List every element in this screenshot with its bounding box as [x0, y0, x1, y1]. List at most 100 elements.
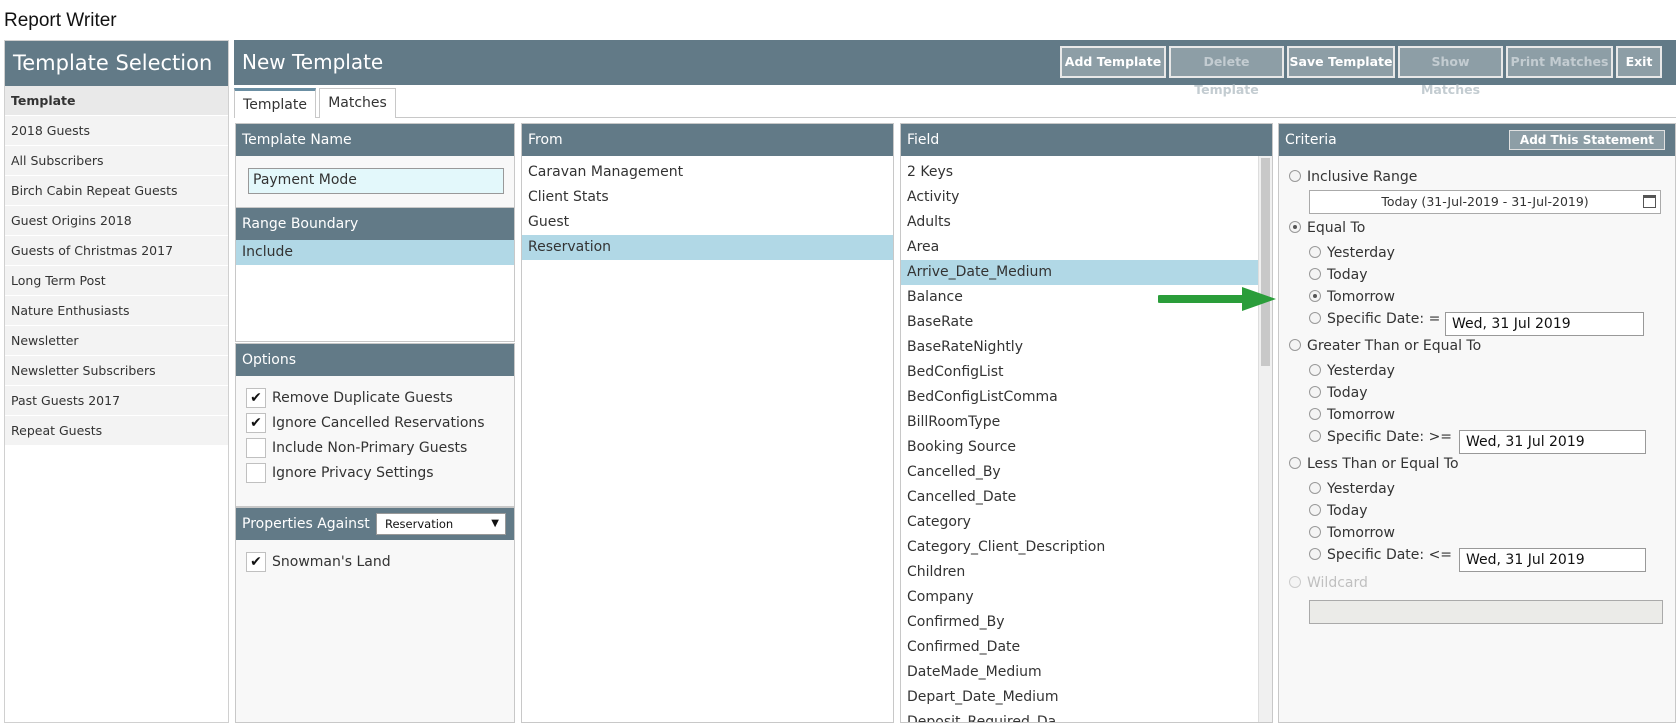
calendar-icon[interactable]: [1643, 195, 1656, 208]
from-item[interactable]: Client Stats: [522, 185, 893, 210]
template-list-item[interactable]: Guests of Christmas 2017: [5, 236, 228, 266]
save-template-button[interactable]: Save Template: [1287, 46, 1395, 78]
radio-icon[interactable]: [1309, 504, 1321, 516]
field-item[interactable]: Children: [901, 560, 1272, 585]
template-list-item[interactable]: Past Guests 2017: [5, 386, 228, 416]
radio-gte-yesterday[interactable]: Yesterday: [1309, 360, 1395, 382]
radio-eq-tomorrow[interactable]: Tomorrow: [1309, 286, 1395, 308]
properties-select[interactable]: Reservation ▼: [376, 513, 506, 535]
radio-icon-selected[interactable]: [1309, 290, 1321, 302]
checkbox-checked[interactable]: ✔: [246, 388, 266, 408]
radio-icon[interactable]: [1309, 482, 1321, 494]
field-item[interactable]: Cancelled_Date: [901, 485, 1272, 510]
tab-matches[interactable]: Matches: [319, 88, 396, 118]
template-list-item[interactable]: Nature Enthusiasts: [5, 296, 228, 326]
field-item[interactable]: Area: [901, 235, 1272, 260]
radio-inclusive-range[interactable]: Inclusive Range: [1289, 166, 1417, 188]
radio-icon[interactable]: [1289, 170, 1301, 182]
add-template-button[interactable]: Add Template: [1060, 46, 1166, 78]
radio-gte-specific[interactable]: Specific Date: >=: [1309, 426, 1452, 448]
radio-lte-specific[interactable]: Specific Date: <=: [1309, 544, 1452, 566]
radio-icon[interactable]: [1289, 339, 1301, 351]
field-item[interactable]: Company: [901, 585, 1272, 610]
field-scrollbar[interactable]: [1258, 156, 1272, 722]
template-list-item[interactable]: Guest Origins 2018: [5, 206, 228, 236]
field-item[interactable]: Depart_Date_Medium: [901, 685, 1272, 710]
radio-lte-today[interactable]: Today: [1309, 500, 1368, 522]
radio-equal-to[interactable]: Equal To: [1289, 217, 1365, 239]
template-list-item[interactable]: All Subscribers: [5, 146, 228, 176]
radio-eq-specific[interactable]: Specific Date: =: [1309, 308, 1440, 330]
radio-lte-yesterday[interactable]: Yesterday: [1309, 478, 1395, 500]
field-item[interactable]: Category: [901, 510, 1272, 535]
checkbox-checked[interactable]: ✔: [246, 413, 266, 433]
field-item-selected[interactable]: Arrive_Date_Medium: [901, 260, 1272, 285]
template-list-item[interactable]: Long Term Post: [5, 266, 228, 296]
radio-icon-selected[interactable]: [1289, 221, 1301, 233]
field-item[interactable]: BedConfigListComma: [901, 385, 1272, 410]
field-item[interactable]: Cancelled_By: [901, 460, 1272, 485]
radio-icon[interactable]: [1309, 526, 1321, 538]
radio-gte-tomorrow[interactable]: Tomorrow: [1309, 404, 1395, 426]
field-item[interactable]: BaseRateNightly: [901, 335, 1272, 360]
template-name-input[interactable]: Payment Mode: [248, 168, 504, 194]
radio-eq-today[interactable]: Today: [1309, 264, 1368, 286]
field-item[interactable]: Category_Client_Description: [901, 535, 1272, 560]
field-item[interactable]: Adults: [901, 210, 1272, 235]
radio-icon[interactable]: [1309, 246, 1321, 258]
inclusive-range-input[interactable]: Today (31-Jul-2019 - 31-Jul-2019): [1309, 190, 1661, 214]
option-include-non-primary[interactable]: Include Non-Primary Guests: [246, 436, 467, 460]
field-item[interactable]: Activity: [901, 185, 1272, 210]
radio-lte-tomorrow[interactable]: Tomorrow: [1309, 522, 1395, 544]
radio-icon[interactable]: [1309, 548, 1321, 560]
template-list-item[interactable]: Repeat Guests: [5, 416, 228, 446]
print-matches-button[interactable]: Print Matches: [1506, 46, 1613, 78]
gte-date-input[interactable]: Wed, 31 Jul 2019: [1459, 430, 1646, 454]
option-remove-duplicates[interactable]: ✔ Remove Duplicate Guests: [246, 386, 453, 410]
scrollbar-thumb[interactable]: [1261, 158, 1270, 366]
template-list-item[interactable]: Newsletter: [5, 326, 228, 356]
lte-date-input[interactable]: Wed, 31 Jul 2019: [1459, 548, 1646, 572]
template-list-item[interactable]: Newsletter Subscribers: [5, 356, 228, 386]
range-boundary-item[interactable]: Include: [236, 240, 514, 265]
from-item[interactable]: Guest: [522, 210, 893, 235]
exit-button[interactable]: Exit: [1616, 46, 1662, 78]
radio-label: Yesterday: [1327, 245, 1395, 261]
checkbox-unchecked[interactable]: [246, 463, 266, 483]
from-item[interactable]: Caravan Management: [522, 160, 893, 185]
template-list-item[interactable]: 2018 Guests: [5, 116, 228, 146]
radio-icon[interactable]: [1289, 457, 1301, 469]
field-item[interactable]: Deposit_Required_Da: [901, 710, 1272, 722]
field-item[interactable]: 2 Keys: [901, 160, 1272, 185]
field-item[interactable]: DateMade_Medium: [901, 660, 1272, 685]
radio-gte-today[interactable]: Today: [1309, 382, 1368, 404]
radio-icon[interactable]: [1309, 312, 1321, 324]
show-matches-button[interactable]: Show Matches: [1398, 46, 1503, 97]
radio-icon[interactable]: [1309, 364, 1321, 376]
template-list-header[interactable]: Template: [5, 86, 228, 116]
radio-gte[interactable]: Greater Than or Equal To: [1289, 335, 1481, 357]
radio-icon[interactable]: [1309, 268, 1321, 280]
radio-icon[interactable]: [1309, 408, 1321, 420]
field-item[interactable]: BillRoomType: [901, 410, 1272, 435]
radio-eq-yesterday[interactable]: Yesterday: [1309, 242, 1395, 264]
field-item[interactable]: Confirmed_By: [901, 610, 1272, 635]
from-item-selected[interactable]: Reservation: [522, 235, 893, 260]
option-ignore-cancelled[interactable]: ✔ Ignore Cancelled Reservations: [246, 411, 485, 435]
delete-template-button[interactable]: Delete Template: [1169, 46, 1284, 97]
checkbox-checked[interactable]: ✔: [246, 552, 266, 572]
radio-lte[interactable]: Less Than or Equal To: [1289, 453, 1459, 475]
option-ignore-privacy[interactable]: Ignore Privacy Settings: [246, 461, 434, 485]
property-item[interactable]: ✔ Snowman's Land: [246, 550, 391, 574]
radio-icon[interactable]: [1309, 386, 1321, 398]
checkbox-unchecked[interactable]: [246, 438, 266, 458]
field-item[interactable]: Booking Source: [901, 435, 1272, 460]
eq-date-input[interactable]: Wed, 31 Jul 2019: [1445, 312, 1644, 336]
field-title: Field: [901, 124, 1272, 156]
field-item[interactable]: BedConfigList: [901, 360, 1272, 385]
add-statement-button[interactable]: Add This Statement: [1508, 130, 1665, 150]
radio-icon[interactable]: [1309, 430, 1321, 442]
field-item[interactable]: Confirmed_Date: [901, 635, 1272, 660]
template-list-item[interactable]: Birch Cabin Repeat Guests: [5, 176, 228, 206]
tab-template[interactable]: Template: [234, 88, 316, 118]
